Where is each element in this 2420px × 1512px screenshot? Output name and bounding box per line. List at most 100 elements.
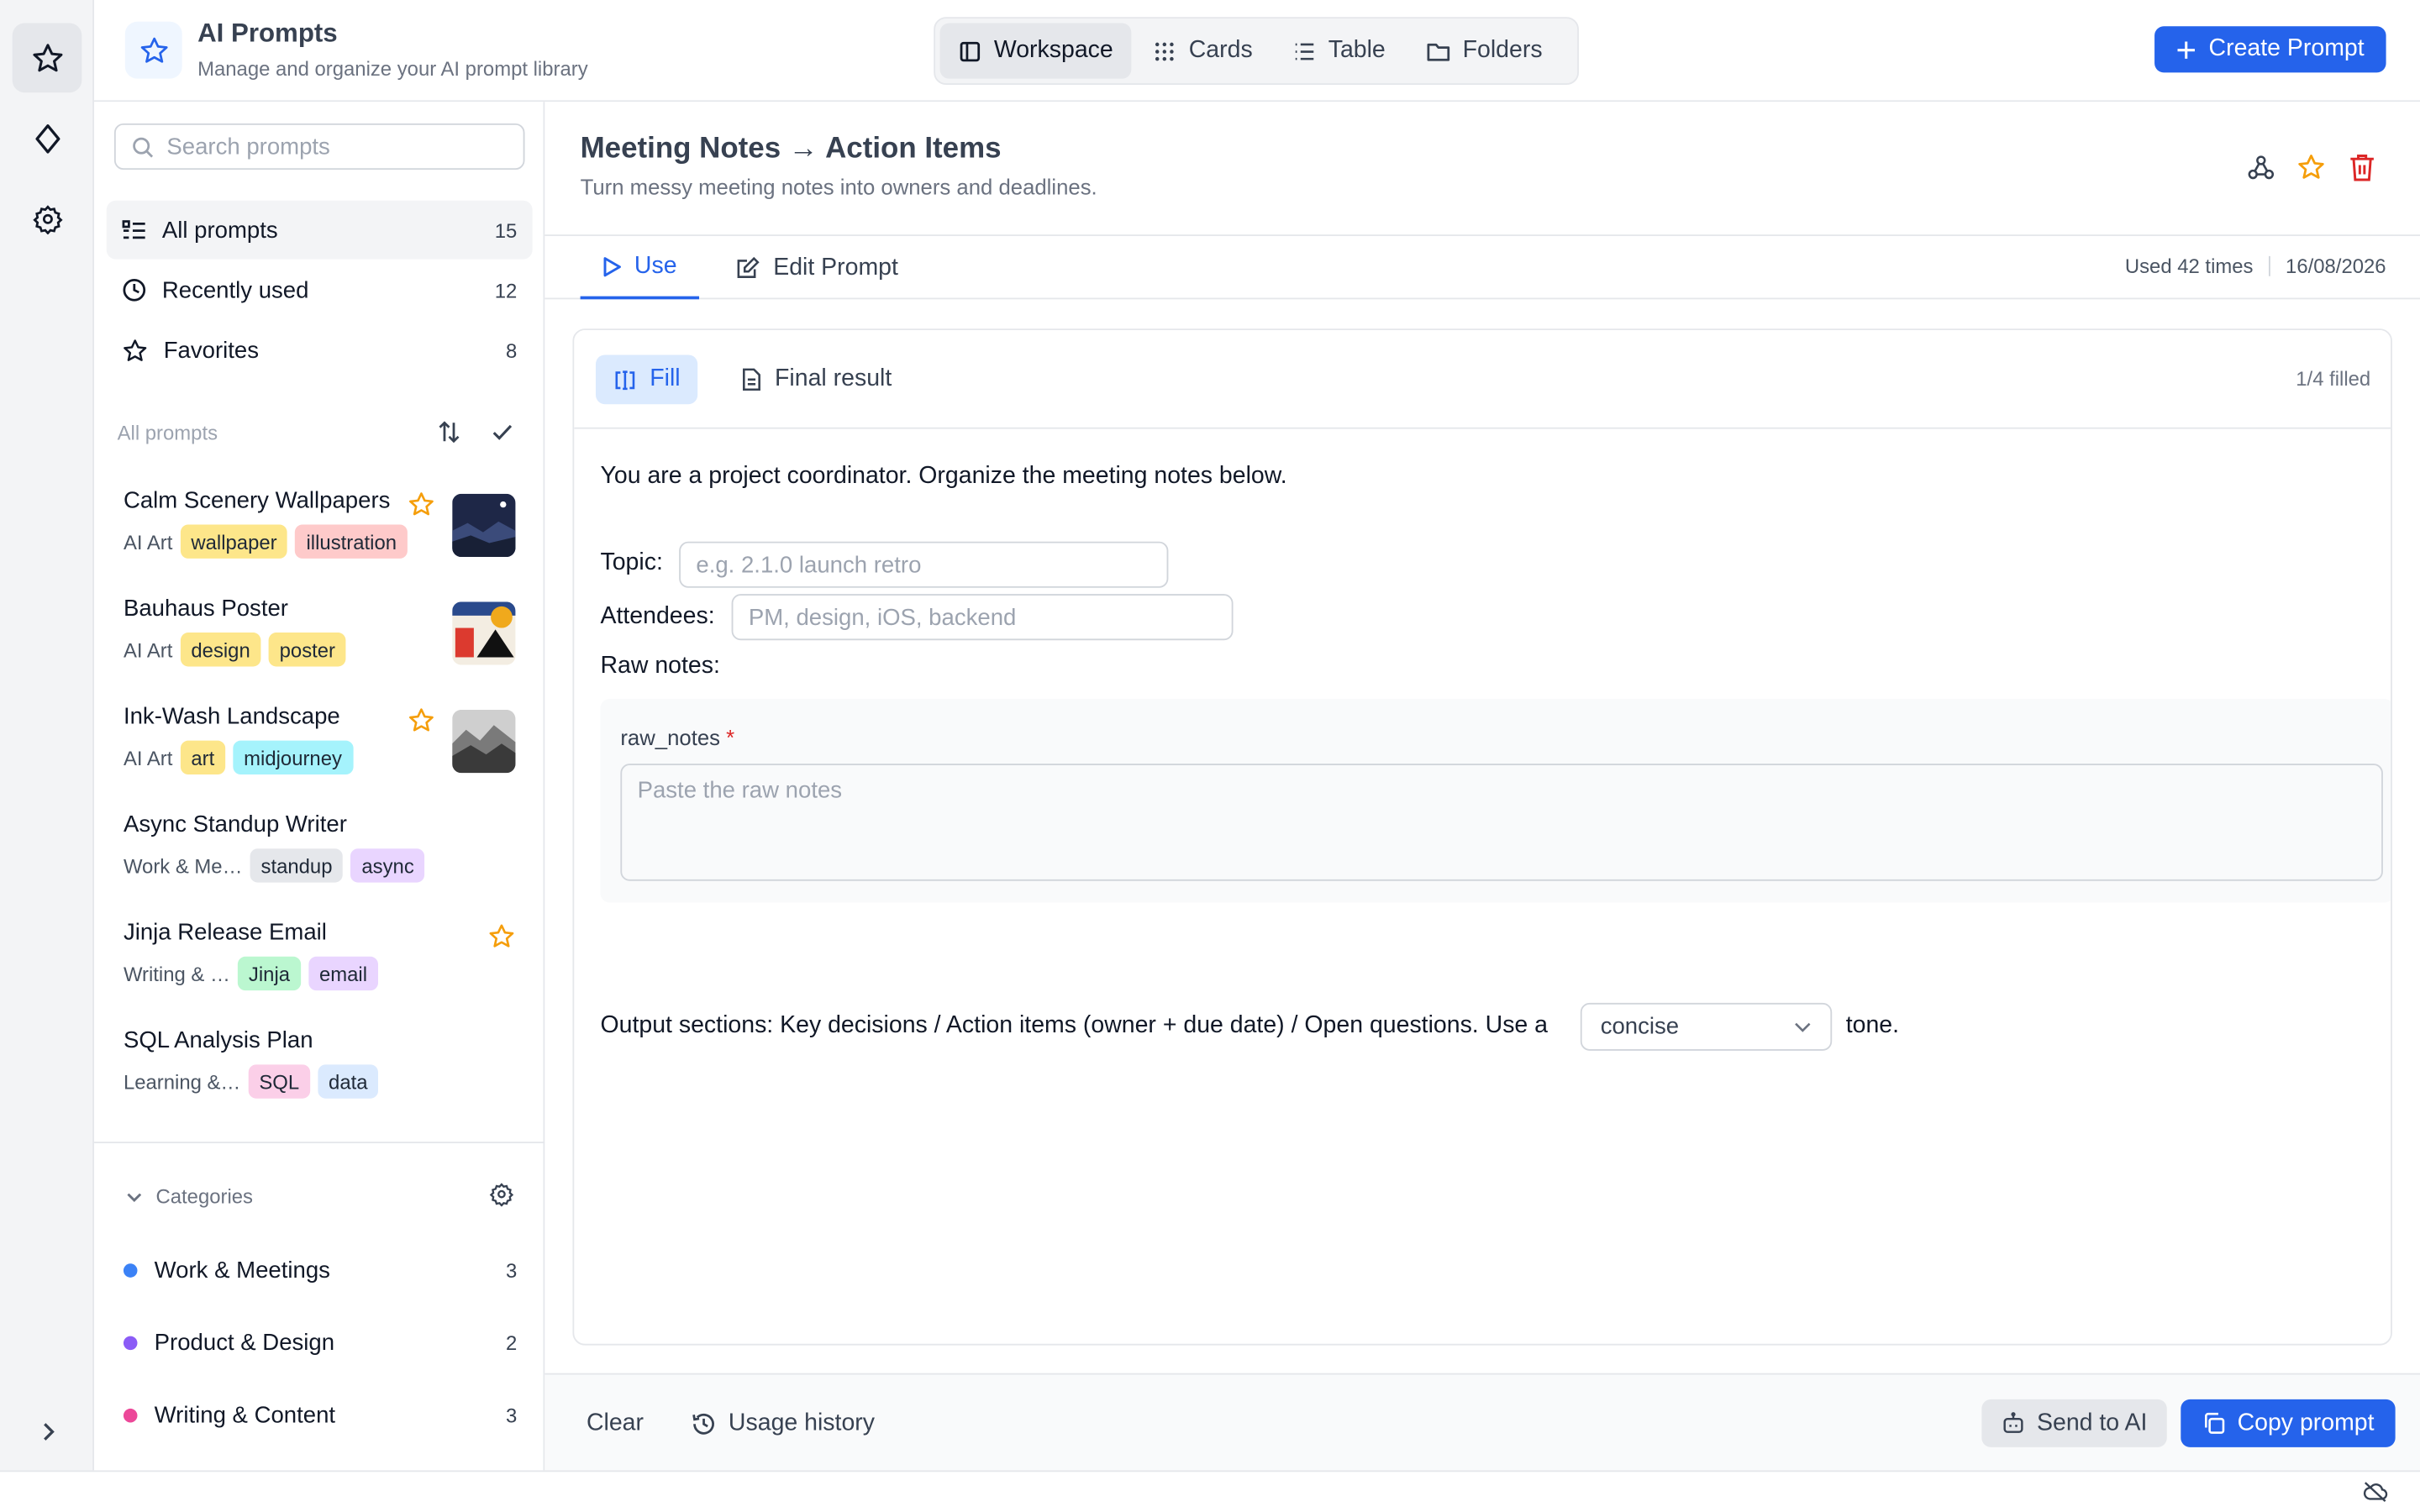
- list-item[interactable]: Bauhaus Poster AI Art design poster: [94, 580, 544, 689]
- nav-all-prompts-count: 15: [494, 218, 518, 242]
- list-item[interactable]: Calm Scenery Wallpapers AI Art wallpaper…: [94, 472, 544, 580]
- create-prompt-button[interactable]: Create Prompt: [2154, 26, 2386, 73]
- list-icon: [1295, 42, 1313, 60]
- prompt-category: AI Art: [123, 746, 173, 769]
- raw-notes-label: Raw notes:: [600, 652, 720, 680]
- chevron-down-icon: [127, 1192, 142, 1202]
- favorite-button[interactable]: [2296, 153, 2326, 182]
- list-item[interactable]: SQL Analysis Plan Learning &… SQL data: [94, 1012, 544, 1121]
- category-writing-content[interactable]: Writing & Content 3: [123, 1396, 518, 1433]
- view-cards-tab[interactable]: Cards: [1134, 24, 1270, 79]
- list-item[interactable]: Ink-Wash Landscape AI Art art midjourney: [94, 688, 544, 796]
- tag: art: [180, 740, 226, 775]
- search-input[interactable]: Search prompts: [113, 123, 525, 171]
- check-icon: [492, 424, 513, 440]
- fill-mode-tab[interactable]: Fill: [595, 354, 697, 405]
- plus-icon: [2177, 40, 2196, 59]
- prompt-name: Bauhaus Poster: [123, 595, 289, 622]
- star-icon: [124, 339, 147, 360]
- final-result-label: Final result: [775, 365, 892, 392]
- nav-recently-used-label: Recently used: [161, 276, 309, 303]
- copy-prompt-button[interactable]: Copy prompt: [2181, 1399, 2396, 1447]
- view-workspace-tab[interactable]: Workspace: [939, 23, 1132, 79]
- share-button[interactable]: [2247, 155, 2275, 182]
- list-item[interactable]: Async Standup Writer Work & Me… standup …: [94, 796, 544, 905]
- app-title: AI Prompts: [197, 18, 338, 48]
- view-table-tab[interactable]: Table: [1274, 24, 1403, 79]
- sync-status-button[interactable]: [2363, 1481, 2388, 1503]
- delete-button[interactable]: [2349, 153, 2375, 182]
- clear-button[interactable]: Clear: [571, 1399, 660, 1447]
- prompts-nav-button[interactable]: [12, 23, 82, 93]
- usage-history-label: Usage history: [728, 1409, 875, 1436]
- nav-all-prompts[interactable]: All prompts 15: [106, 200, 533, 260]
- view-folders-tab[interactable]: Folders: [1407, 24, 1560, 79]
- category-work-meetings[interactable]: Work & Meetings 3: [123, 1252, 517, 1289]
- app-subtitle: Manage and organize your AI prompt libra…: [197, 56, 588, 81]
- view-table-label: Table: [1328, 37, 1386, 64]
- attendees-label: Attendees:: [600, 603, 715, 630]
- history-icon: [692, 1412, 714, 1434]
- star-icon: [32, 43, 62, 71]
- app-header: AI Prompts Manage and organize your AI p…: [94, 0, 2420, 102]
- tag: midjourney: [233, 740, 353, 775]
- favorite-star-icon[interactable]: [408, 491, 435, 518]
- category-product-design[interactable]: Product & Design 2: [123, 1324, 518, 1361]
- nav-favorites[interactable]: Favorites 8: [107, 321, 533, 380]
- tab-use[interactable]: Use: [580, 236, 700, 300]
- prompt-category: AI Art: [123, 529, 173, 554]
- tab-use-label: Use: [634, 252, 677, 279]
- attendees-field[interactable]: PM, design, iOS, backend: [731, 594, 1234, 641]
- prompt-meta: AI Art wallpaper illustration: [123, 524, 408, 559]
- tone-select[interactable]: concise: [1580, 1002, 1833, 1051]
- page-subtitle: Turn messy meeting notes into owners and…: [580, 174, 1097, 199]
- favorite-star-icon[interactable]: [487, 922, 515, 950]
- category-label: Product & Design: [154, 1329, 335, 1356]
- star-logo-icon: [139, 36, 167, 62]
- category-count: 3: [506, 1403, 518, 1427]
- favorite-star-icon[interactable]: [408, 706, 435, 734]
- select-mode-button[interactable]: [491, 421, 514, 443]
- search-placeholder: Search prompts: [166, 133, 330, 160]
- list-item[interactable]: Jinja Release Email Writing & … Jinja em…: [94, 904, 544, 1012]
- prompt-form-card: Fill Final result 1/4 filled You are a p…: [572, 328, 2392, 1346]
- tag: poster: [268, 633, 346, 667]
- final-result-tab[interactable]: Final result: [725, 354, 907, 404]
- sort-button[interactable]: [437, 420, 461, 444]
- categories-heading: Categories: [155, 1184, 253, 1209]
- prompt-category: AI Art: [123, 638, 173, 662]
- tag: email: [308, 956, 378, 991]
- prompt-category: Learning &…: [123, 1069, 241, 1094]
- gear-icon: [489, 1183, 514, 1207]
- chevron-right-icon: [43, 1422, 54, 1440]
- raw-notes-textarea[interactable]: Paste the raw notes: [620, 764, 2383, 881]
- topic-field[interactable]: e.g. 2.1.0 launch retro: [679, 541, 1169, 588]
- mode-bar: Fill Final result 1/4 filled: [574, 330, 2391, 429]
- tab-edit-prompt[interactable]: Edit Prompt: [736, 236, 898, 299]
- prompt-meta: AI Art art midjourney: [123, 740, 353, 775]
- send-to-ai-button[interactable]: Send to AI: [1981, 1399, 2167, 1447]
- raw-notes-placeholder: Paste the raw notes: [637, 777, 843, 804]
- view-workspace-label: Workspace: [993, 37, 1113, 64]
- categories-toggle[interactable]: Categories: [125, 1184, 253, 1209]
- usage-history-button[interactable]: Usage history: [676, 1399, 890, 1447]
- expand-rail-button[interactable]: [13, 1396, 82, 1466]
- tone-value: concise: [1600, 1013, 1680, 1040]
- nav-recently-used[interactable]: Recently used 12: [107, 260, 533, 319]
- attendees-placeholder: PM, design, iOS, backend: [748, 604, 1017, 631]
- copy-icon: [2204, 1412, 2224, 1434]
- fill-mode-label: Fill: [650, 365, 681, 392]
- grid-icon: [1155, 41, 1175, 60]
- category-settings-button[interactable]: [489, 1182, 514, 1207]
- chevron-down-icon: [1795, 1021, 1811, 1032]
- clock-icon: [123, 278, 146, 302]
- prompt-list-heading: All prompts: [117, 421, 218, 444]
- raw-notes-variable: raw_notes * Paste the raw notes: [600, 699, 2391, 903]
- folder-icon: [1426, 42, 1449, 60]
- category-count: 2: [506, 1331, 518, 1354]
- tag: data: [318, 1064, 379, 1099]
- settings-nav-button[interactable]: [13, 184, 82, 254]
- prompt-name: Jinja Release Email: [123, 919, 327, 946]
- copy-prompt-label: Copy prompt: [2237, 1409, 2375, 1436]
- tags-nav-button[interactable]: [13, 103, 82, 173]
